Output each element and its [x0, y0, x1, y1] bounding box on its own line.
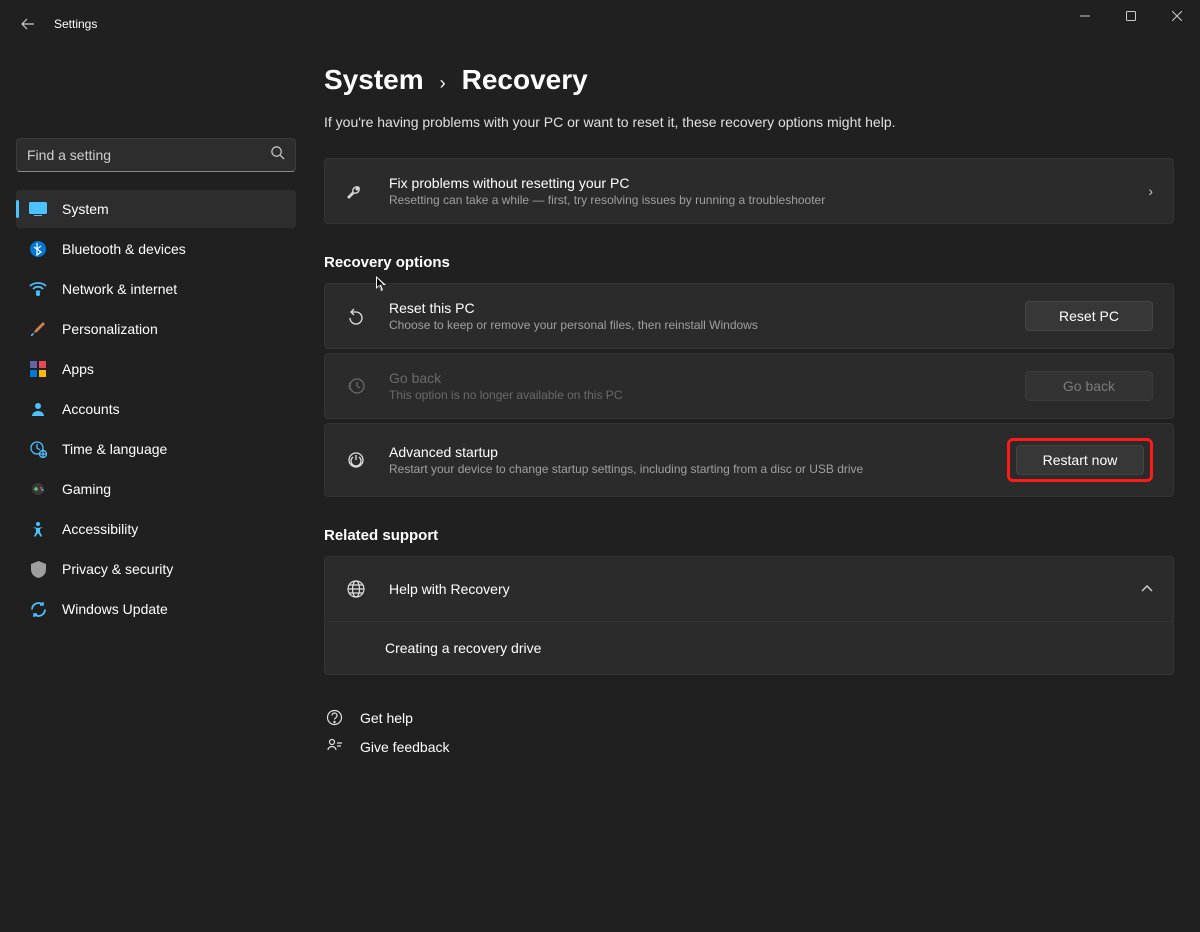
go-back-button: Go back: [1025, 371, 1153, 401]
clock-globe-icon: [28, 439, 48, 459]
sidebar-item-label: Accessibility: [62, 521, 138, 537]
chevron-right-icon: ›: [1148, 183, 1153, 199]
sidebar-item-label: Bluetooth & devices: [62, 241, 186, 257]
sidebar-item-network[interactable]: Network & internet: [16, 270, 296, 308]
sidebar-item-time-language[interactable]: Time & language: [16, 430, 296, 468]
sidebar-item-label: Personalization: [62, 321, 158, 337]
reset-icon: [345, 305, 367, 327]
link-creating-recovery-drive[interactable]: Creating a recovery drive: [324, 622, 1174, 675]
sidebar-item-label: Windows Update: [62, 601, 168, 617]
titlebar: Settings: [0, 0, 1200, 48]
card-title: Go back: [389, 370, 1025, 386]
history-icon: [345, 375, 367, 397]
highlight-annotation: Restart now: [1007, 438, 1153, 482]
person-icon: [28, 399, 48, 419]
section-heading-support: Related support: [324, 527, 1174, 544]
sidebar: System Bluetooth & devices Network & int…: [0, 48, 300, 932]
sidebar-item-privacy[interactable]: Privacy & security: [16, 550, 296, 588]
shield-icon: [28, 559, 48, 579]
breadcrumb-parent[interactable]: System: [324, 64, 424, 96]
sidebar-item-gaming[interactable]: Gaming: [16, 470, 296, 508]
sidebar-item-personalization[interactable]: Personalization: [16, 310, 296, 348]
link-label: Get help: [360, 710, 413, 726]
sidebar-item-bluetooth[interactable]: Bluetooth & devices: [16, 230, 296, 268]
back-button[interactable]: [8, 4, 48, 44]
card-title: Advanced startup: [389, 444, 1007, 460]
search-icon: [270, 145, 285, 165]
sidebar-item-label: Accounts: [62, 401, 120, 417]
app-title: Settings: [54, 17, 97, 31]
power-startup-icon: [345, 449, 367, 471]
feedback-icon: [324, 738, 344, 755]
card-title: Fix problems without resetting your PC: [389, 175, 1138, 191]
reset-pc-button[interactable]: Reset PC: [1025, 301, 1153, 331]
search-box[interactable]: [16, 138, 296, 172]
sidebar-item-system[interactable]: System: [16, 190, 296, 228]
close-button[interactable]: [1154, 0, 1200, 32]
paintbrush-icon: [28, 319, 48, 339]
sidebar-item-accounts[interactable]: Accounts: [16, 390, 296, 428]
link-label: Creating a recovery drive: [385, 640, 541, 656]
sidebar-item-label: System: [62, 201, 109, 217]
update-icon: [28, 599, 48, 619]
sidebar-item-accessibility[interactable]: Accessibility: [16, 510, 296, 548]
wrench-icon: [345, 180, 367, 202]
apps-icon: [28, 359, 48, 379]
card-help-recovery[interactable]: Help with Recovery: [324, 556, 1174, 622]
card-subtitle: Restart your device to change startup se…: [389, 462, 1007, 476]
chevron-right-icon: ›: [440, 73, 446, 94]
wifi-icon: [28, 279, 48, 299]
sidebar-item-windows-update[interactable]: Windows Update: [16, 590, 296, 628]
globe-icon: [345, 578, 367, 600]
sidebar-item-label: Apps: [62, 361, 94, 377]
card-advanced-startup: Advanced startup Restart your device to …: [324, 423, 1174, 497]
card-reset-pc: Reset this PC Choose to keep or remove y…: [324, 283, 1174, 349]
section-heading-recovery: Recovery options: [324, 254, 1174, 271]
gamepad-icon: [28, 479, 48, 499]
main-content: System › Recovery If you're having probl…: [300, 48, 1200, 932]
breadcrumb-current: Recovery: [462, 64, 588, 96]
sidebar-item-label: Network & internet: [62, 281, 177, 297]
bluetooth-icon: [28, 239, 48, 259]
card-subtitle: Choose to keep or remove your personal f…: [389, 318, 1025, 332]
sidebar-item-label: Privacy & security: [62, 561, 173, 577]
card-title: Reset this PC: [389, 300, 1025, 316]
breadcrumb: System › Recovery: [324, 64, 1174, 96]
link-give-feedback[interactable]: Give feedback: [324, 738, 1174, 755]
link-get-help[interactable]: Get help: [324, 709, 1174, 726]
minimize-button[interactable]: [1062, 0, 1108, 32]
card-go-back: Go back This option is no longer availab…: [324, 353, 1174, 419]
sidebar-item-apps[interactable]: Apps: [16, 350, 296, 388]
maximize-button[interactable]: [1108, 0, 1154, 32]
restart-now-button[interactable]: Restart now: [1016, 445, 1144, 475]
card-subtitle: Resetting can take a while — first, try …: [389, 193, 1138, 207]
chevron-up-icon: [1141, 582, 1153, 596]
intro-text: If you're having problems with your PC o…: [324, 114, 1174, 130]
card-subtitle: This option is no longer available on th…: [389, 388, 1025, 402]
accessibility-icon: [28, 519, 48, 539]
card-fix-problems[interactable]: Fix problems without resetting your PC R…: [324, 158, 1174, 224]
sidebar-item-label: Time & language: [62, 441, 167, 457]
search-input[interactable]: [27, 147, 270, 163]
link-label: Give feedback: [360, 739, 450, 755]
system-icon: [28, 199, 48, 219]
sidebar-item-label: Gaming: [62, 481, 111, 497]
card-title: Help with Recovery: [389, 581, 1131, 597]
help-icon: [324, 709, 344, 726]
